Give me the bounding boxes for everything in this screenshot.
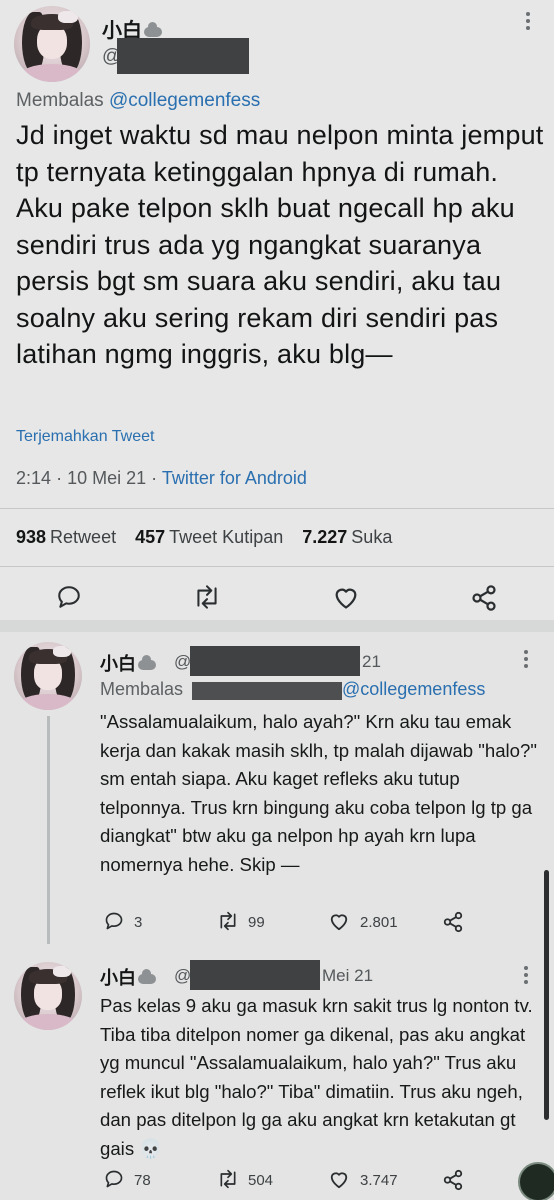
- reply-text: Pas kelas 9 aku ga masuk krn sakit trus …: [100, 995, 533, 1159]
- cloud-icon: [138, 969, 156, 985]
- thread-line: [47, 716, 50, 944]
- cloud-icon: [144, 21, 162, 37]
- divider: [0, 566, 554, 567]
- tweet-timestamp: 2:14 · 10 Mei 21 · Twitter for Android: [16, 468, 307, 488]
- tweet-stats: 938 Retweet 457 Tweet Kutipan 7.227 Suka: [16, 527, 406, 548]
- avatar[interactable]: [14, 6, 90, 82]
- redacted-handle: [117, 38, 249, 74]
- replying-to: Membalas @collegemenfess: [16, 90, 260, 112]
- replying-to: @collegemenfess: [342, 679, 485, 700]
- quotes-label: Tweet Kutipan: [169, 527, 284, 547]
- more-vertical-icon[interactable]: [526, 12, 530, 33]
- tweet-text: Jd inget waktu sd mau nelpon minta jempu…: [16, 120, 544, 369]
- tweet-date: 10 Mei 21: [67, 468, 147, 488]
- author-handle[interactable]: @: [174, 966, 191, 986]
- reply-icon[interactable]: [104, 1169, 124, 1189]
- floating-avatar-button[interactable]: [518, 1162, 554, 1200]
- tweet-source-link[interactable]: Twitter for Android: [162, 468, 307, 488]
- more-vertical-icon[interactable]: [524, 650, 528, 671]
- share-icon[interactable]: [442, 1169, 464, 1191]
- reply-actions: 78 504 3.747: [100, 1166, 540, 1196]
- author-name[interactable]: 小白: [100, 650, 156, 676]
- divider: [0, 508, 554, 509]
- translate-tweet-link[interactable]: Terjemahkan Tweet: [16, 428, 154, 446]
- heart-icon[interactable]: [332, 584, 360, 610]
- replying-to: Membalas: [100, 679, 183, 700]
- avatar[interactable]: [14, 962, 82, 1030]
- author-display-name: 小白: [100, 654, 136, 674]
- quotes-count: 457: [135, 527, 166, 547]
- avatar[interactable]: [14, 642, 82, 710]
- scrollbar[interactable]: [544, 870, 549, 1120]
- reply-actions: 3 99 2.801: [100, 908, 540, 938]
- reply-icon[interactable]: [56, 584, 82, 610]
- reply-date: Mei 21: [322, 966, 374, 985]
- like-count: 2.801: [360, 914, 398, 931]
- retweet-icon[interactable]: [192, 584, 222, 610]
- quotes-stat[interactable]: 457 Tweet Kutipan: [135, 527, 283, 547]
- retweets-stat[interactable]: 938 Retweet: [16, 527, 116, 547]
- redacted-handle: [190, 646, 360, 676]
- retweet-icon[interactable]: [216, 911, 240, 931]
- section-separator: [0, 620, 554, 632]
- author-handle[interactable]: @: [174, 652, 191, 672]
- main-tweet: 小白 @ Membalas @collegemenfess Jd inget w…: [0, 0, 554, 620]
- retweets-label: Retweet: [50, 527, 117, 547]
- author-display-name: 小白: [100, 968, 136, 988]
- retweet-icon[interactable]: [216, 1169, 240, 1189]
- heart-icon[interactable]: [328, 1169, 350, 1189]
- likes-stat[interactable]: 7.227 Suka: [302, 527, 392, 547]
- heart-icon[interactable]: [328, 911, 350, 931]
- reply-text: "Assalamualaikum, halo ayah?" Krn aku ta…: [100, 711, 537, 875]
- replying-mention-link[interactable]: @collegemenfess: [109, 90, 260, 111]
- like-count: 3.747: [360, 1172, 398, 1189]
- likes-label: Suka: [351, 527, 393, 547]
- reply-tweet[interactable]: 小白 @ 21 Membalas @collegemenfess "Assala…: [0, 632, 554, 944]
- replying-prefix: Membalas: [16, 90, 104, 111]
- author-name[interactable]: 小白: [100, 964, 156, 990]
- retweet-count: 99: [248, 914, 265, 931]
- tweet-time: 2:14: [16, 468, 52, 488]
- share-icon[interactable]: [470, 584, 498, 612]
- likes-count: 7.227: [302, 527, 348, 547]
- share-icon[interactable]: [442, 911, 464, 933]
- replying-prefix: Membalas: [100, 679, 184, 699]
- reply-tweet[interactable]: 小白 @ Mei 21 Pas kelas 9 aku ga masuk krn…: [0, 944, 554, 1200]
- reply-count: 78: [134, 1172, 151, 1189]
- more-vertical-icon[interactable]: [524, 966, 528, 987]
- replying-mention-link[interactable]: @collegemenfess: [342, 679, 485, 699]
- reply-icon[interactable]: [104, 911, 124, 931]
- reply-date: 21: [362, 652, 381, 671]
- reply-count: 3: [134, 914, 143, 931]
- cloud-icon: [138, 655, 156, 671]
- retweets-count: 938: [16, 527, 47, 547]
- redacted-handle: [190, 960, 320, 990]
- redacted-mentions: [192, 682, 342, 700]
- retweet-count: 504: [248, 1172, 274, 1189]
- tweet-actions: [0, 578, 554, 618]
